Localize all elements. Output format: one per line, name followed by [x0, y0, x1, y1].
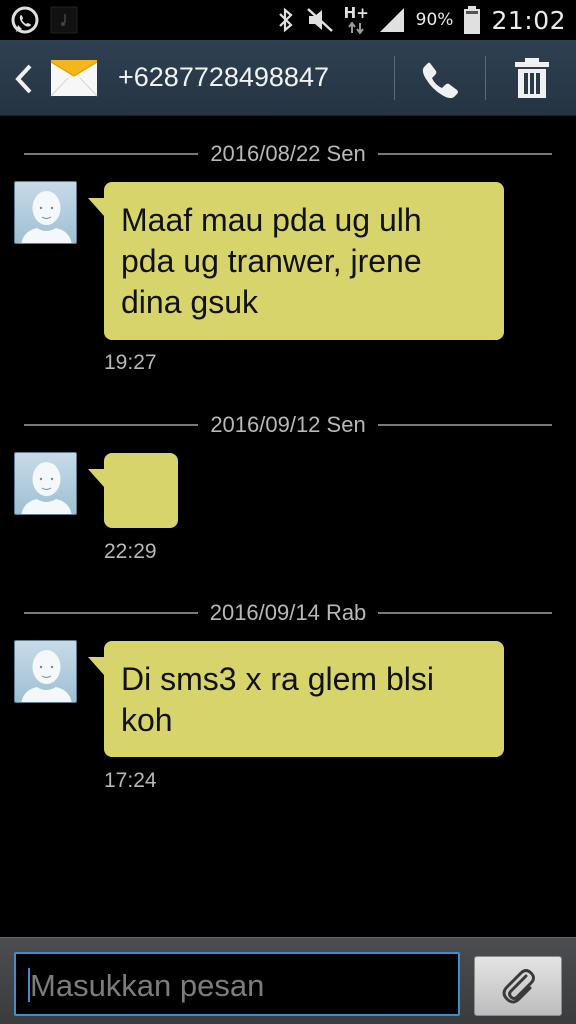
divider-line — [24, 153, 199, 155]
default-contact-icon — [21, 650, 72, 702]
divider-line — [378, 612, 553, 614]
battery-icon — [464, 6, 481, 34]
date-divider: 2016/09/14 Rab — [24, 598, 553, 628]
default-contact-icon — [21, 462, 72, 514]
message-input-placeholder: Masukkan pesan — [30, 968, 265, 1003]
compose-bar: Masukkan pesan — [0, 937, 576, 1024]
message-bubble[interactable]: Maaf mau pda ug ulh pda ug tranwer, jren… — [88, 182, 504, 340]
message-time: 22:29 — [104, 540, 157, 563]
message-list[interactable]: 2016/08/22 Sen Maaf mau pda ug ulh pda u… — [0, 117, 576, 937]
contact-avatar[interactable] — [14, 181, 77, 244]
battery-percent: 90% — [415, 10, 454, 30]
envelope-icon — [50, 60, 98, 97]
divider-line — [24, 612, 198, 614]
bluetooth-icon — [278, 7, 293, 33]
clock: 21:02 — [491, 5, 566, 35]
contact-number: +6287728498847 — [118, 62, 329, 92]
message-time: 17:24 — [104, 769, 157, 792]
status-bar: H+ 90% 21:02 — [0, 0, 576, 40]
back-icon — [15, 64, 32, 94]
network-h-plus-icon: H+ — [343, 4, 369, 36]
conversation-header: +6287728498847 — [0, 40, 576, 116]
date-label: 2016/08/22 Sen — [210, 141, 366, 166]
trash-icon — [515, 58, 549, 98]
header-divider — [394, 56, 395, 100]
delete-button[interactable] — [510, 56, 554, 100]
attach-button[interactable] — [474, 956, 562, 1016]
message-bubble[interactable] — [88, 453, 178, 528]
message-text: Di sms3 x ra glem blsi koh — [121, 661, 434, 738]
call-button[interactable] — [418, 58, 460, 100]
app-logo[interactable] — [50, 54, 98, 102]
signal-icon — [379, 8, 404, 32]
system-icons: H+ 90% 21:02 — [276, 0, 566, 40]
paperclip-icon — [502, 969, 535, 1004]
date-label: 2016/09/14 Rab — [209, 600, 367, 625]
divider-line — [377, 153, 552, 155]
contact-avatar[interactable] — [14, 452, 77, 515]
message-time: 19:27 — [104, 351, 157, 374]
call-icon — [422, 62, 458, 99]
default-contact-icon — [21, 191, 72, 243]
divider-line — [24, 424, 199, 426]
date-label: 2016/09/12 Sen — [210, 412, 366, 437]
header-divider — [485, 56, 486, 100]
notification-icons — [10, 5, 78, 35]
music-notification-icon — [50, 6, 78, 34]
network-type-label: H+ — [343, 4, 369, 22]
message-bubble[interactable]: Di sms3 x ra glem blsi koh — [88, 641, 504, 757]
divider-line — [377, 424, 552, 426]
whatsapp-icon — [11, 6, 39, 34]
mute-icon — [306, 8, 333, 32]
message-text: Maaf mau pda ug ulh pda ug tranwer, jren… — [121, 202, 422, 320]
back-button[interactable] — [10, 62, 40, 96]
contact-avatar[interactable] — [14, 640, 77, 703]
date-divider: 2016/08/22 Sen — [24, 139, 552, 169]
date-divider: 2016/09/12 Sen — [24, 410, 552, 440]
message-input[interactable]: Masukkan pesan — [14, 952, 460, 1016]
